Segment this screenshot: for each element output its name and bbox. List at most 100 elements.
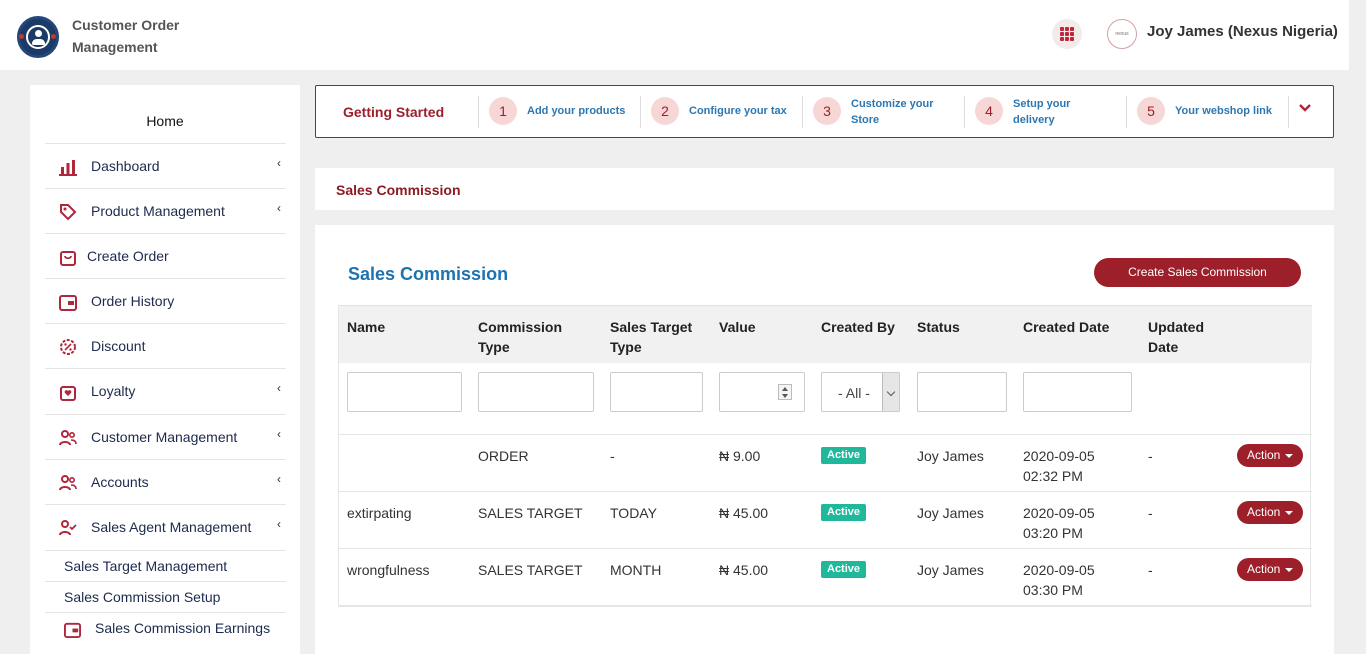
sidebar-item-customer-management[interactable]: Customer Management ‹ <box>45 414 286 459</box>
sidebar-item-order-history[interactable]: Order History <box>45 278 286 323</box>
apps-grid-icon <box>1060 27 1074 41</box>
step-number: 5 <box>1137 97 1165 125</box>
avatar[interactable]: nexus <box>1107 19 1137 49</box>
sidebar-item-product-management[interactable]: Product Management ‹ <box>45 188 286 233</box>
caret-down-icon <box>1285 568 1293 572</box>
status-badge: Active <box>821 504 867 521</box>
getting-started-step-5[interactable]: 5 Your webshop link <box>1126 96 1288 128</box>
cell-commission-type: SALES TARGET <box>478 505 583 521</box>
sidebar-item-label: Accounts <box>91 474 149 490</box>
column-header-name[interactable]: Name <box>347 317 385 337</box>
name-filter-input[interactable] <box>347 372 462 412</box>
getting-started-step-1[interactable]: 1 Add your products <box>478 96 640 128</box>
sidebar-subitem-sales-commission-earnings[interactable]: Sales Commission Earnings <box>45 612 286 643</box>
sidebar-item-dashboard[interactable]: Dashboard ‹ <box>45 143 286 188</box>
discount-icon <box>60 339 76 355</box>
step-label: Your webshop link <box>1175 105 1272 117</box>
created-date-filter-input[interactable] <box>1023 372 1132 412</box>
column-header-commission-type[interactable]: Commission Type <box>478 317 578 357</box>
getting-started-step-3[interactable]: 3 Customize your Store <box>802 96 964 128</box>
chevron-down-icon[interactable] <box>1298 101 1312 115</box>
chevron-left-icon: ‹ <box>277 472 281 486</box>
select-value: - All - <box>838 385 870 401</box>
cell-created-date: 2020-09-05 03:20 PM <box>1023 505 1095 541</box>
status-filter-input[interactable] <box>917 372 1007 412</box>
sidebar-subitem-sales-target-management[interactable]: Sales Target Management <box>45 550 286 581</box>
action-dropdown-button[interactable]: Action <box>1237 501 1303 524</box>
chevron-left-icon: ‹ <box>277 201 281 215</box>
cell-updated-date: - <box>1148 562 1153 578</box>
chevron-left-icon: ‹ <box>277 427 281 441</box>
cell-value: ₦ 45.00 <box>719 505 769 521</box>
status-badge: Active <box>821 447 867 464</box>
chevron-left-icon: ‹ <box>277 156 281 170</box>
column-header-sales-target-type[interactable]: Sales Target Type <box>610 317 710 357</box>
breadcrumb: Sales Commission <box>315 168 1334 210</box>
action-dropdown-button[interactable]: Action <box>1237 558 1303 581</box>
loyalty-bag-icon <box>60 386 76 401</box>
sidebar-item-label: Loyalty <box>91 383 136 399</box>
column-header-status[interactable]: Status <box>917 317 960 337</box>
cell-sales-target-type: MONTH <box>610 562 662 578</box>
app-logo[interactable] <box>17 16 59 58</box>
cell-name: extirpating <box>347 505 412 521</box>
sidebar-subitem-label: Sales Commission Earnings <box>95 620 271 636</box>
sales-commission-table: Name Commission Type Sales Target Type V… <box>338 305 1312 607</box>
cell-sales-target-type: - <box>610 448 615 464</box>
table-header: Name Commission Type Sales Target Type V… <box>339 305 1312 363</box>
sales-commission-card: Sales Commission Create Sales Commission… <box>315 225 1334 654</box>
wallet-icon <box>59 295 77 311</box>
sidebar-home-link[interactable]: Home <box>25 113 305 129</box>
value-filter-input[interactable] <box>719 372 805 412</box>
card-title: Sales Commission <box>348 264 509 284</box>
sidebar-subitem-sales-commission-setup[interactable]: Sales Commission Setup <box>45 581 286 612</box>
sidebar-subitem-label: Sales Target Management <box>64 558 228 574</box>
number-stepper-icon[interactable] <box>778 384 792 400</box>
cell-commission-type: ORDER <box>478 448 529 464</box>
sidebar-subitem-label: Sales Commission Setup <box>64 589 221 605</box>
table-row: ORDER - ₦ 9.00 Active Joy James 2020-09-… <box>339 435 1312 492</box>
sidebar-item-label: Dashboard <box>91 158 160 174</box>
cell-created-date: 2020-09-05 03:30 PM <box>1023 562 1095 598</box>
step-number: 1 <box>489 97 517 125</box>
commission-type-filter-input[interactable] <box>478 372 594 412</box>
create-sales-commission-button[interactable]: Create Sales Commission <box>1094 258 1301 287</box>
getting-started-step-4[interactable]: 4 Setup your delivery <box>964 96 1126 128</box>
sidebar-item-label: Discount <box>91 338 146 354</box>
chevron-left-icon: ‹ <box>277 517 281 531</box>
sidebar-item-sales-agent-management[interactable]: Sales Agent Management ‹ <box>45 504 286 549</box>
step-label: Setup your delivery <box>1013 98 1071 126</box>
column-header-value[interactable]: Value <box>719 317 756 337</box>
apps-grid-button[interactable] <box>1052 19 1082 49</box>
sidebar-item-discount[interactable]: Discount <box>45 323 286 368</box>
caret-down-icon <box>1285 511 1293 515</box>
filter-row: - All - <box>339 363 1312 435</box>
created-by-filter-select[interactable]: - All - <box>821 372 900 412</box>
cell-created-date: 2020-09-05 02:32 PM <box>1023 448 1095 484</box>
sidebar-item-loyalty[interactable]: Loyalty ‹ <box>45 368 286 413</box>
step-label: Configure your tax <box>689 105 787 117</box>
cell-value: ₦ 45.00 <box>719 562 769 578</box>
column-header-updated-date[interactable]: Updated Date <box>1148 317 1218 357</box>
sidebar-item-label: Create Order <box>87 248 169 264</box>
sidebar-item-label: Customer Management <box>91 429 238 445</box>
wallet-icon <box>64 622 81 638</box>
sidebar-item-label: Order History <box>91 293 175 309</box>
sidebar-item-create-order[interactable]: Create Order <box>45 233 286 278</box>
action-dropdown-button[interactable]: Action <box>1237 444 1303 467</box>
sidebar: Home Dashboard ‹ Product Management ‹ Cr… <box>30 85 300 654</box>
getting-started-title: Getting Started <box>343 104 445 120</box>
sales-target-type-filter-input[interactable] <box>610 372 703 412</box>
page-title: Sales Commission <box>336 182 461 198</box>
column-header-created-date[interactable]: Created Date <box>1023 317 1109 337</box>
step-label: Customize your Store <box>851 98 934 126</box>
column-header-created-by[interactable]: Created By <box>821 317 895 337</box>
user-name[interactable]: Joy James (Nexus Nigeria) <box>1147 23 1338 40</box>
cell-updated-date: - <box>1148 505 1153 521</box>
users-icon <box>59 430 77 446</box>
users-icon <box>59 475 77 491</box>
cell-value: ₦ 9.00 <box>719 448 761 464</box>
bar-chart-icon <box>59 160 77 176</box>
sidebar-item-accounts[interactable]: Accounts ‹ <box>45 459 286 504</box>
getting-started-step-2[interactable]: 2 Configure your tax <box>640 96 802 128</box>
